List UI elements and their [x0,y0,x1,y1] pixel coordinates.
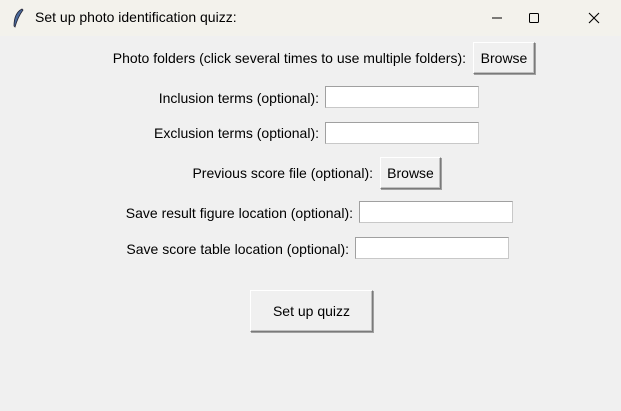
title-bar: Set up photo identification quizz: [0,0,621,36]
previous-score-label: Previous score file (optional): [192,165,373,181]
photo-folders-browse-button[interactable]: Browse [473,42,535,74]
maximize-button[interactable] [514,0,554,36]
result-figure-input[interactable] [359,201,513,223]
score-table-input[interactable] [355,237,509,259]
previous-score-browse-button[interactable]: Browse [380,157,441,189]
exclusion-terms-input[interactable] [325,122,479,144]
inclusion-terms-label: Inclusion terms (optional): [158,90,319,106]
feather-icon [13,8,24,28]
score-table-label: Save score table location (optional): [126,241,349,257]
inclusion-terms-input[interactable] [325,86,479,108]
set-up-quizz-button[interactable]: Set up quizz [250,290,373,332]
window-title: Set up photo identification quizz: [35,9,237,25]
result-figure-label: Save result figure location (optional): [125,205,353,221]
photo-folders-label: Photo folders (click several times to us… [112,50,466,66]
close-icon [588,12,600,24]
minimize-icon [492,17,502,19]
minimize-button[interactable] [477,0,517,36]
maximize-icon [529,13,539,23]
close-button[interactable] [574,0,614,36]
exclusion-terms-label: Exclusion terms (optional): [154,125,319,141]
